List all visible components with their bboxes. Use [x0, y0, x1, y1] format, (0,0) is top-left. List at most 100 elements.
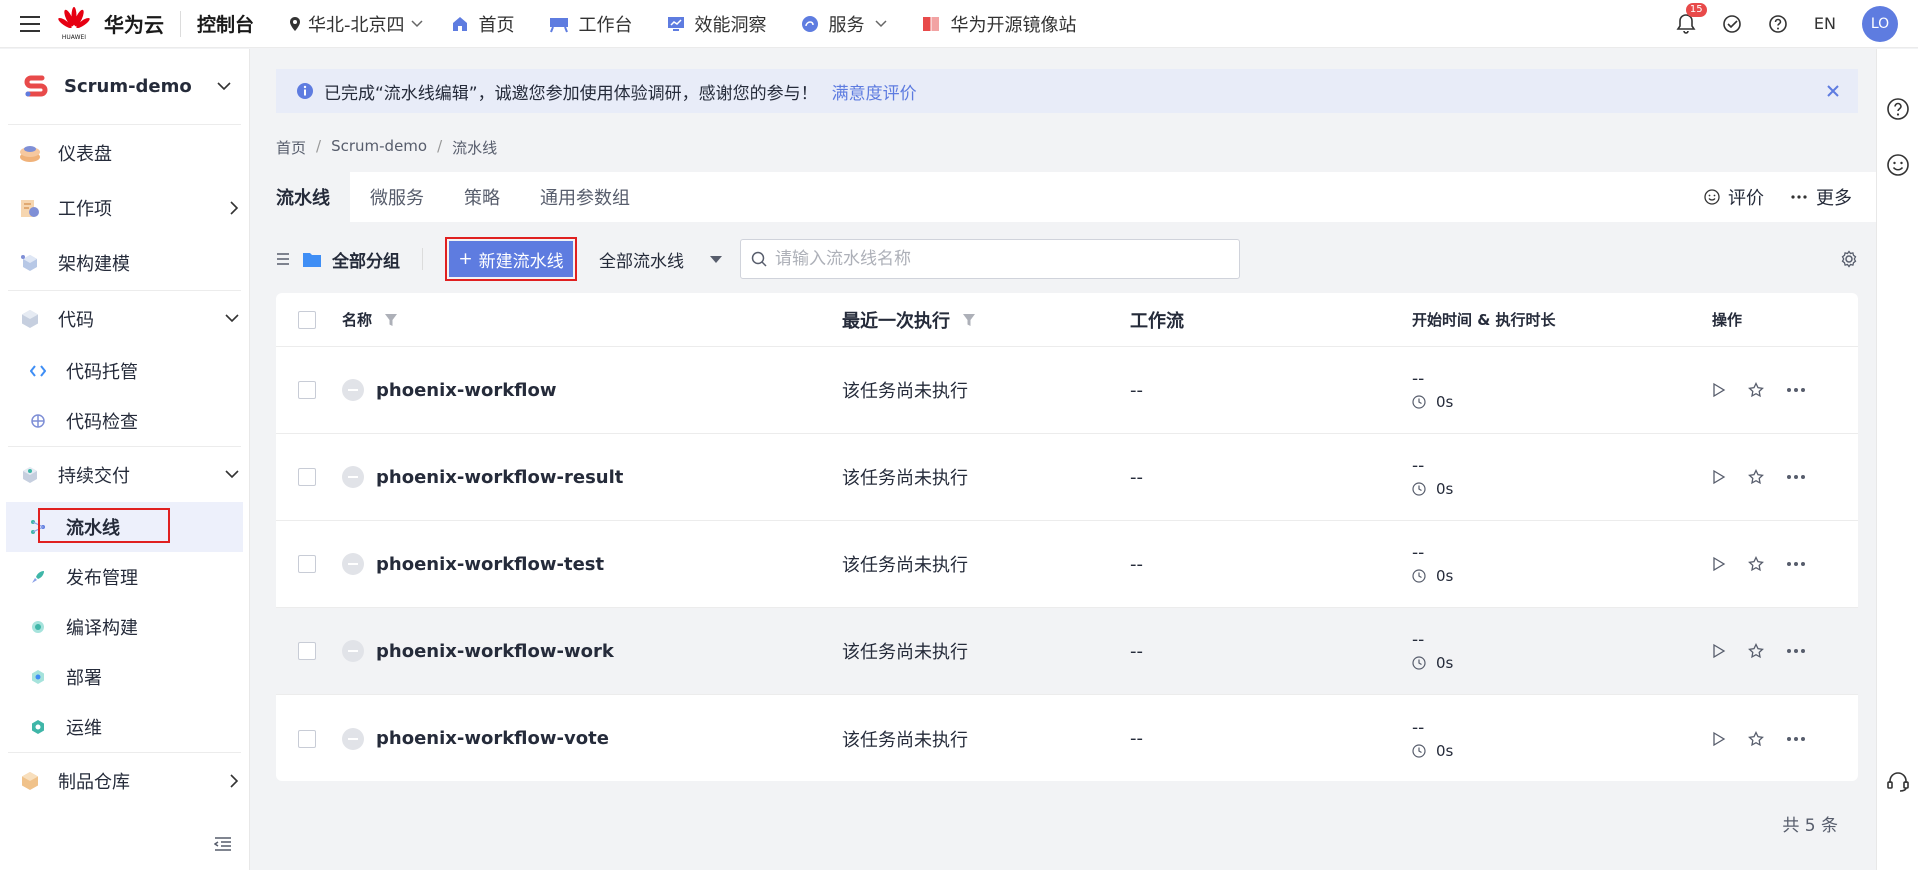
pipeline-name-link[interactable]: phoenix-workflow-vote: [376, 728, 609, 749]
more-dots-icon[interactable]: [1786, 648, 1806, 654]
collapse-sidebar-icon[interactable]: [214, 836, 232, 852]
pipeline-name-link[interactable]: phoenix-workflow-test: [376, 554, 604, 575]
sidebar-item-ops[interactable]: 运维: [0, 702, 249, 752]
sidebar-item-release[interactable]: 发布管理: [0, 552, 249, 602]
table-row[interactable]: phoenix-workflow-test 该任务尚未执行 -- -- 0s: [276, 521, 1858, 608]
feedback-smile-icon[interactable]: [1886, 153, 1910, 177]
more-button[interactable]: 更多: [1790, 184, 1852, 210]
run-play-icon[interactable]: [1712, 556, 1726, 572]
row-checkbox[interactable]: [298, 729, 316, 748]
survey-notice-banner: 已完成“流水线编辑”，诚邀您参加使用体验调研，感谢您的参与！ 满意度评价: [276, 69, 1858, 113]
region-selector[interactable]: 华北-北京四: [288, 11, 423, 37]
top-bar: HUAWEI 华为云 控制台 华北-北京四 首页 工作台 效能洞察 服务 华为开…: [0, 0, 1918, 48]
sidebar-item-label: 发布管理: [66, 568, 138, 589]
help-icon[interactable]: [1886, 97, 1910, 121]
pipeline-name-link[interactable]: phoenix-workflow-work: [376, 641, 614, 662]
workflow-value: --: [1130, 728, 1143, 749]
sidebar-item-build[interactable]: 编译构建: [0, 602, 249, 652]
table-row[interactable]: phoenix-workflow-result 该任务尚未执行 -- -- 0s: [276, 434, 1858, 521]
customer-service-headset-icon[interactable]: [1886, 769, 1910, 793]
run-play-icon[interactable]: [1712, 469, 1726, 485]
tab-common-params[interactable]: 通用参数组: [520, 172, 650, 222]
topnav-home[interactable]: 首页: [451, 11, 515, 37]
more-dots-icon[interactable]: [1786, 561, 1806, 567]
rate-button[interactable]: 评价: [1704, 184, 1764, 210]
column-header-name: 名称: [342, 311, 373, 329]
menu-icon[interactable]: [18, 12, 42, 36]
tab-microservice[interactable]: 微服务: [350, 172, 444, 222]
project-switcher[interactable]: Scrum-demo: [8, 49, 241, 125]
topnav-mirror[interactable]: 华为开源镜像站: [921, 11, 1077, 37]
favorite-star-icon[interactable]: [1748, 730, 1764, 747]
topnav-label: 服务: [828, 14, 865, 36]
settings-gear-icon[interactable]: [1840, 250, 1858, 268]
sidebar-item-workitems[interactable]: 工作项: [0, 180, 249, 235]
duration-value: 0s: [1436, 654, 1454, 672]
run-play-icon[interactable]: [1712, 382, 1726, 398]
more-dots-icon[interactable]: [1786, 474, 1806, 480]
row-checkbox[interactable]: [298, 381, 316, 399]
last-run-status: 该任务尚未执行: [842, 381, 968, 402]
notification-count-badge: 15: [1685, 2, 1707, 17]
favorite-star-icon[interactable]: [1748, 382, 1764, 398]
main-content: 已完成“流水线编辑”，诚邀您参加使用体验调研，感谢您的参与！ 满意度评价 首页 …: [250, 49, 1876, 870]
favorite-star-icon[interactable]: [1748, 643, 1764, 659]
sidebar-item-artifacts[interactable]: 制品仓库: [0, 753, 249, 808]
workitems-icon: [18, 196, 42, 220]
tab-policy[interactable]: 策略: [444, 172, 520, 222]
tab-pipeline[interactable]: 流水线: [256, 172, 350, 222]
row-checkbox[interactable]: [298, 642, 316, 660]
notification-button[interactable]: 15: [1676, 2, 1707, 35]
new-pipeline-button[interactable]: + 新建流水线: [449, 241, 573, 277]
row-checkbox[interactable]: [298, 555, 316, 573]
pipeline-name-link[interactable]: phoenix-workflow: [376, 380, 557, 401]
pipeline-search-input[interactable]: [775, 249, 1215, 269]
huawei-logo[interactable]: HUAWEI 华为云: [58, 6, 164, 41]
satisfaction-survey-link[interactable]: 满意度评价: [832, 79, 917, 104]
help-icon[interactable]: [1768, 14, 1788, 34]
sidebar-item-code[interactable]: 代码: [0, 291, 249, 346]
language-switch[interactable]: EN: [1814, 14, 1836, 33]
topnav-services[interactable]: 服务: [801, 11, 887, 37]
more-dots-icon[interactable]: [1786, 387, 1806, 393]
close-icon[interactable]: [1826, 84, 1840, 98]
sidebar-item-deploy[interactable]: 部署: [0, 652, 249, 702]
sidebar-item-architecture[interactable]: 架构建模: [0, 235, 249, 290]
filter-funnel-icon[interactable]: [384, 313, 398, 327]
table-row[interactable]: phoenix-workflow-work 该任务尚未执行 -- -- 0s: [276, 608, 1858, 695]
run-play-icon[interactable]: [1712, 731, 1726, 747]
select-all-checkbox[interactable]: [298, 310, 316, 329]
breadcrumb-home[interactable]: 首页: [276, 137, 306, 158]
highlight-box: [38, 508, 170, 543]
table-row[interactable]: phoenix-workflow-vote 该任务尚未执行 -- -- 0s: [276, 695, 1858, 781]
more-dots-icon[interactable]: [1786, 736, 1806, 742]
sidebar-item-pipeline[interactable]: 流水线: [6, 502, 243, 552]
row-checkbox[interactable]: [298, 468, 316, 486]
pipeline-search-field[interactable]: [740, 239, 1240, 279]
smile-icon: [1704, 189, 1720, 205]
sidebar-item-dashboard[interactable]: 仪表盘: [0, 125, 249, 180]
favorite-star-icon[interactable]: [1748, 556, 1764, 572]
topnav-workbench[interactable]: 工作台: [549, 11, 633, 37]
tab-bar-actions: 评价 更多: [1704, 184, 1852, 210]
list-toggle-icon[interactable]: [276, 253, 290, 265]
sidebar-item-code-check[interactable]: 代码检查: [0, 396, 249, 446]
favorite-star-icon[interactable]: [1748, 469, 1764, 485]
run-play-icon[interactable]: [1712, 643, 1726, 659]
filter-funnel-icon[interactable]: [962, 313, 976, 327]
console-link[interactable]: 控制台: [197, 10, 254, 37]
user-avatar[interactable]: LO: [1862, 5, 1898, 42]
top-right-tools: 15 EN LO: [1676, 2, 1898, 42]
task-check-icon[interactable]: [1722, 14, 1742, 34]
topnav-insights[interactable]: 效能洞察: [667, 11, 767, 37]
rate-label: 评价: [1728, 188, 1764, 209]
sidebar-item-delivery[interactable]: 持续交付: [0, 447, 249, 502]
workflow-value: --: [1130, 379, 1143, 401]
pipeline-filter-dropdown[interactable]: 全部流水线: [599, 247, 722, 272]
pipeline-name-link[interactable]: phoenix-workflow-result: [376, 467, 623, 488]
sidebar-item-code-hosting[interactable]: 代码托管: [0, 346, 249, 396]
column-header-actions: 操作: [1712, 311, 1743, 329]
group-selector[interactable]: 全部分组: [302, 247, 400, 272]
table-row[interactable]: phoenix-workflow 该任务尚未执行 -- -- 0s: [276, 347, 1858, 434]
breadcrumb-project[interactable]: Scrum-demo: [331, 137, 427, 158]
